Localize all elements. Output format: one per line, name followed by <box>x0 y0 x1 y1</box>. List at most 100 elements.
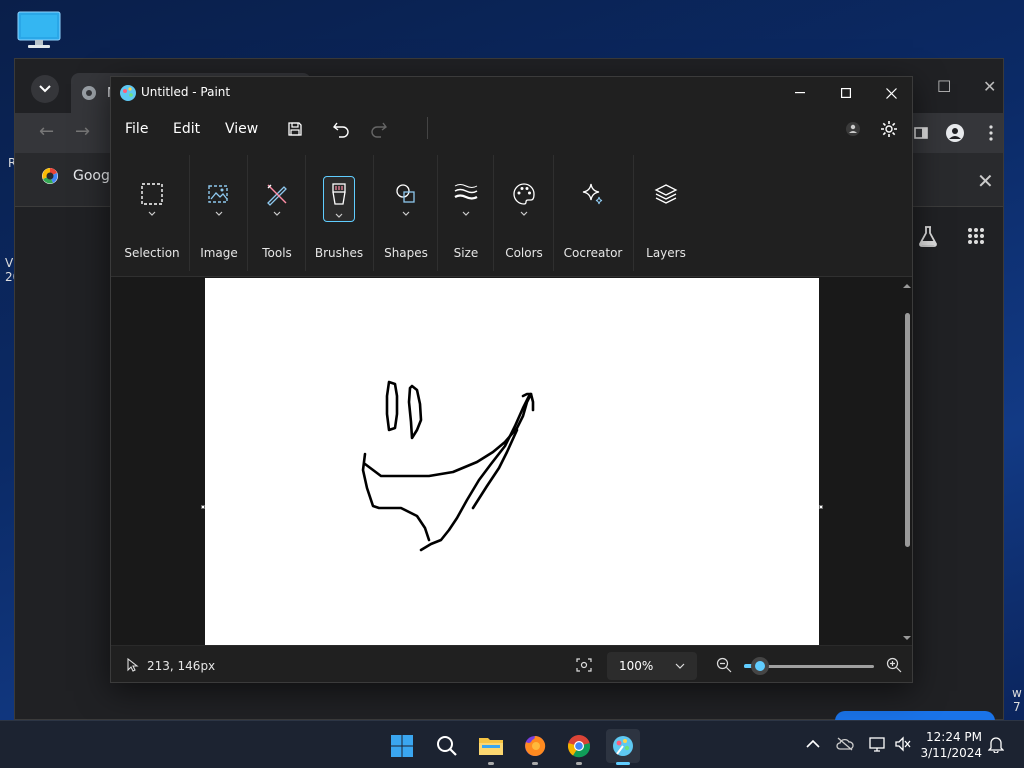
vertical-scrollbar[interactable] <box>903 283 911 641</box>
search-icon <box>437 736 457 756</box>
maximize-button[interactable] <box>823 77 869 109</box>
back-arrow-icon[interactable]: ← <box>39 121 54 142</box>
paint-app-icon <box>613 736 633 756</box>
kebab-menu-icon[interactable] <box>977 119 1005 147</box>
chevron-down-icon <box>402 211 410 216</box>
ribbon-selection[interactable]: Selection <box>115 149 189 277</box>
vertical-scroll-thumb[interactable] <box>905 313 910 547</box>
file-explorer-button[interactable] <box>474 729 508 765</box>
search-button[interactable] <box>430 729 464 763</box>
onedrive-offline-icon[interactable] <box>836 737 854 751</box>
network-icon[interactable] <box>868 736 886 752</box>
minimize-button[interactable] <box>777 77 823 109</box>
scroll-down-icon[interactable] <box>903 635 911 641</box>
start-button[interactable] <box>385 729 419 763</box>
zoom-in-icon[interactable] <box>886 657 902 673</box>
tab-search-button[interactable] <box>31 75 59 103</box>
ribbon-label: Shapes <box>384 246 428 260</box>
zoom-out-icon[interactable] <box>716 657 732 673</box>
resize-handle-left[interactable] <box>201 505 205 509</box>
system-clock[interactable]: 12:24 PM 3/11/2024 <box>918 729 982 761</box>
scroll-up-icon[interactable] <box>903 283 911 289</box>
ribbon-label: Cocreator <box>563 246 623 260</box>
ribbon-cocreator[interactable]: Cocreator <box>555 149 631 277</box>
ribbon-size[interactable]: Size <box>439 149 493 277</box>
settings-button[interactable] <box>877 117 901 141</box>
running-indicator <box>488 762 494 765</box>
this-pc-desktop-icon[interactable] <box>16 10 62 50</box>
menu-file[interactable]: File <box>125 121 148 137</box>
menu-edit[interactable]: Edit <box>173 121 200 137</box>
ribbon-colors[interactable]: Colors <box>495 149 553 277</box>
show-hidden-icons-chevron-icon[interactable] <box>806 739 820 749</box>
desktop-edge-text: 7 <box>1013 700 1021 714</box>
ribbon-image[interactable]: Image <box>191 149 247 277</box>
volume-muted-icon[interactable] <box>894 736 912 752</box>
ribbon-brushes[interactable]: Brushes <box>307 149 371 277</box>
desktop-edge-text: w <box>1012 686 1022 700</box>
chrome-button[interactable] <box>562 729 596 765</box>
redo-icon <box>371 122 387 138</box>
google-apps-icon[interactable] <box>967 227 985 249</box>
ribbon-separator <box>437 155 438 271</box>
google-g-icon <box>42 168 58 184</box>
chevron-down-icon <box>675 663 685 669</box>
ribbon-label: Selection <box>124 246 180 260</box>
firefox-button[interactable] <box>518 729 552 765</box>
zoom-level-dropdown[interactable]: 100% <box>607 652 697 680</box>
ribbon-shapes[interactable]: Shapes <box>375 149 437 277</box>
ribbon-label: Image <box>200 246 238 260</box>
profile-avatar-icon[interactable] <box>941 119 969 147</box>
running-indicator <box>616 762 630 765</box>
layers-icon <box>651 179 681 209</box>
gear-icon <box>881 121 897 137</box>
redo-button[interactable] <box>367 117 391 141</box>
selection-icon <box>137 179 167 209</box>
paint-taskbar-button[interactable] <box>606 729 640 765</box>
google-link-label: Goog <box>73 168 110 184</box>
save-icon <box>288 122 302 136</box>
chevron-down-icon <box>215 211 223 216</box>
account-button[interactable] <box>841 117 865 141</box>
close-button[interactable] <box>868 77 914 109</box>
clock-time: 12:24 PM <box>926 730 982 744</box>
labs-flask-icon[interactable] <box>917 225 939 251</box>
paint-app-icon <box>120 85 136 101</box>
google-link[interactable]: Goog <box>41 167 110 185</box>
ribbon-separator <box>247 155 248 271</box>
ribbon-label: Colors <box>505 246 543 260</box>
chrome-favicon-icon <box>82 86 96 100</box>
ribbon-separator <box>305 155 306 271</box>
image-icon <box>204 179 234 209</box>
resize-handle-right[interactable] <box>819 505 823 509</box>
account-icon <box>846 122 860 136</box>
chrome-icon <box>567 735 591 758</box>
menu-view[interactable]: View <box>225 121 258 137</box>
chevron-down-icon <box>39 85 51 93</box>
drawing-canvas[interactable] <box>205 278 819 645</box>
chevron-down-icon <box>273 211 281 216</box>
close-icon[interactable]: ✕ <box>977 169 994 193</box>
ribbon-label: Size <box>453 246 479 260</box>
save-button[interactable] <box>283 117 307 141</box>
forward-arrow-icon[interactable]: → <box>75 121 90 142</box>
folder-icon <box>479 738 503 755</box>
sparkle-icon <box>578 179 608 209</box>
ribbon-tools[interactable]: Tools <box>249 149 305 277</box>
fit-to-window-icon[interactable] <box>576 658 592 672</box>
size-icon <box>451 179 481 209</box>
chrome-close-button[interactable]: ✕ <box>983 77 996 96</box>
firefox-icon <box>525 735 546 756</box>
chevron-down-icon <box>148 211 156 216</box>
chevron-down-icon <box>335 213 343 218</box>
undo-button[interactable] <box>329 117 353 141</box>
ribbon-layers[interactable]: Layers <box>635 149 697 277</box>
chrome-maximize-button[interactable]: ☐ <box>937 77 951 96</box>
minimize-icon <box>795 92 805 94</box>
zoom-level-value: 100% <box>619 659 654 673</box>
paint-window: Untitled - Paint File Edit View Selectio… <box>110 76 913 683</box>
palette-icon <box>509 179 539 209</box>
cursor-pointer-icon <box>127 658 139 672</box>
notification-bell-icon[interactable] <box>988 735 1004 753</box>
zoom-slider-thumb[interactable] <box>751 657 769 675</box>
